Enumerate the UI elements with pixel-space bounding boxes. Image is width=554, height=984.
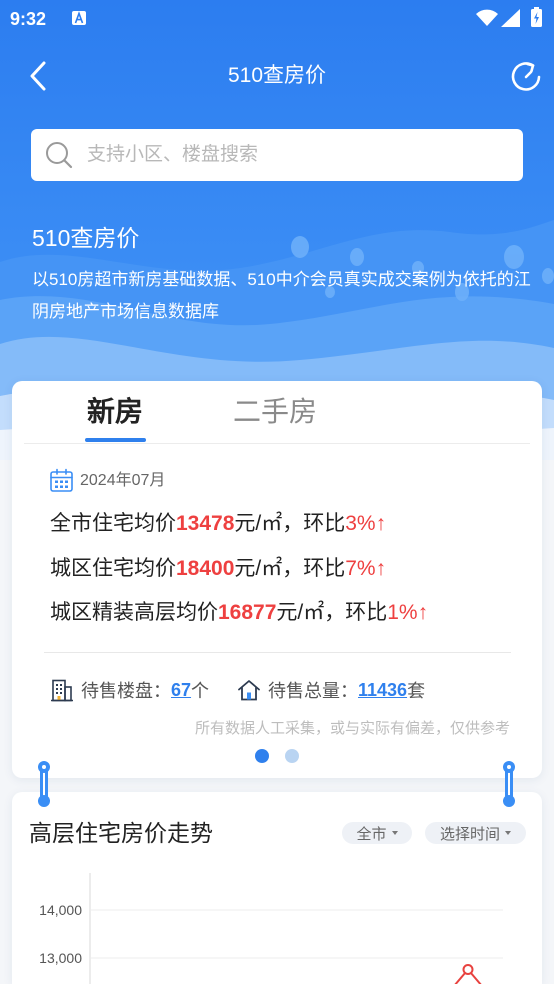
stat-label: 待售总量： bbox=[268, 681, 358, 701]
price-change: 7% bbox=[345, 557, 376, 580]
price-label: 城区精装高层均价 bbox=[50, 601, 218, 624]
refresh-button[interactable] bbox=[509, 60, 543, 94]
time-filter-label: 选择时间 bbox=[439, 825, 500, 843]
report-date: 2024年07月 bbox=[80, 472, 166, 489]
price-unit: 元/㎡，环比 bbox=[234, 512, 346, 535]
status-time: 9:32 bbox=[10, 9, 47, 29]
trend-arrow: ↑ bbox=[375, 512, 387, 535]
banner-title: 510查房价 bbox=[32, 225, 140, 251]
price-value: 16877 bbox=[218, 601, 277, 624]
carousel-dot[interactable] bbox=[255, 749, 269, 763]
price-value: 18400 bbox=[176, 557, 235, 580]
building-icon bbox=[51, 679, 73, 702]
search-input[interactable] bbox=[87, 129, 507, 181]
projects-count-link[interactable]: 67 bbox=[171, 680, 191, 701]
stats-divider bbox=[44, 652, 511, 653]
page-title: 510查房价 bbox=[227, 64, 327, 87]
price-label: 全市住宅均价 bbox=[50, 512, 176, 535]
trend-arrow: ↑ bbox=[375, 557, 387, 580]
y-tick-label: 13,000 bbox=[39, 950, 82, 966]
data-point[interactable] bbox=[462, 964, 474, 976]
notification-a-icon bbox=[72, 11, 86, 25]
price-change: 3% bbox=[345, 512, 376, 535]
tab-divider bbox=[24, 443, 530, 444]
region-filter-label: 全市 bbox=[356, 825, 387, 843]
caret-down-icon bbox=[391, 831, 398, 835]
y-tick-label: 14,000 bbox=[39, 902, 82, 918]
price-label: 城区住宅均价 bbox=[50, 557, 176, 580]
carousel-dot[interactable] bbox=[285, 749, 299, 763]
data-disclaimer: 所有数据人工采集，或与实际有偏差，仅供参考 bbox=[194, 720, 510, 737]
stat-unit: 套 bbox=[407, 681, 426, 701]
price-unit: 元/㎡，环比 bbox=[234, 557, 346, 580]
price-value: 13478 bbox=[176, 512, 235, 535]
stat-projects-for-sale: 待售楼盘： 67 个 bbox=[50, 676, 209, 704]
wifi-icon bbox=[476, 9, 498, 26]
search-icon bbox=[46, 142, 73, 169]
calendar-icon bbox=[50, 468, 73, 492]
units-count-link[interactable]: 11436 bbox=[358, 680, 407, 701]
trend-chart-title: 高层住宅房价走势 bbox=[29, 820, 213, 846]
trend-arrow: ↑ bbox=[417, 601, 429, 624]
trend-chart: 14,000 13,000 bbox=[39, 873, 503, 984]
price-unit: 元/㎡，环比 bbox=[276, 601, 388, 624]
refresh-icon bbox=[511, 62, 541, 91]
battery-charging-icon bbox=[531, 7, 542, 27]
banner-description: 以510房超市新房基础数据、510中介会员真实成交案例为依托的江阴房地产市场信息… bbox=[32, 270, 531, 321]
price-line-urban: 城区住宅均价18400元/㎡，环比7%↑ bbox=[50, 554, 386, 584]
stat-units-for-sale: 待售总量： 11436 套 bbox=[237, 676, 425, 704]
card-connector-right bbox=[503, 761, 515, 807]
house-icon bbox=[238, 680, 260, 701]
signal-icon bbox=[501, 9, 520, 27]
price-summary-card: 新房 二手房 2024年07月 全市住宅均价13478元/㎡，环比3%↑ 城区住… bbox=[12, 381, 542, 778]
search-bar[interactable] bbox=[31, 129, 523, 181]
active-tab-indicator bbox=[85, 438, 146, 442]
tab-second-hand[interactable]: 二手房 bbox=[225, 391, 325, 433]
price-line-citywide: 全市住宅均价13478元/㎡，环比3%↑ bbox=[50, 509, 386, 539]
price-change: 1% bbox=[387, 601, 418, 624]
card-connector-left bbox=[38, 761, 50, 807]
region-filter-dropdown[interactable]: 全市 bbox=[342, 822, 412, 844]
price-line-urban-highrise: 城区精装高层均价16877元/㎡，环比1%↑ bbox=[50, 598, 428, 628]
tab-new-homes[interactable]: 新房 bbox=[72, 391, 158, 433]
caret-down-icon bbox=[505, 831, 511, 835]
stat-label: 待售楼盘： bbox=[81, 681, 171, 701]
time-filter-dropdown[interactable]: 选择时间 bbox=[425, 822, 526, 844]
stat-unit: 个 bbox=[191, 681, 210, 701]
price-trend-card: 高层住宅房价走势 全市 选择时间 14,000 13,000 bbox=[12, 792, 542, 984]
